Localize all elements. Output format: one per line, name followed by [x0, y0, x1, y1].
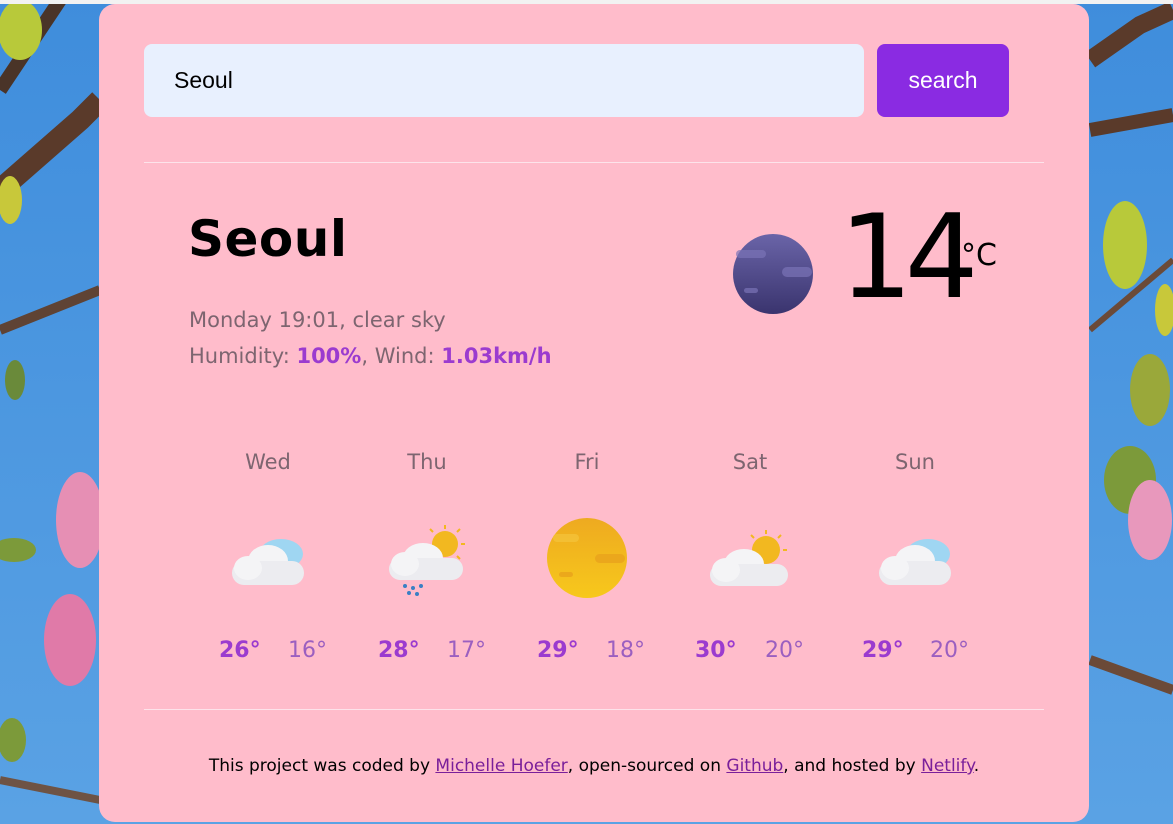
netlify-link[interactable]: Netlify — [921, 756, 974, 776]
forecast-day: Thu — [407, 450, 447, 474]
author-link[interactable]: Michelle Hoefer — [435, 756, 567, 776]
footer-text: , and hosted by — [783, 756, 922, 776]
forecast-min: 16° — [288, 638, 327, 663]
forecast-day: Sat — [732, 450, 768, 474]
weather-card: search Seoul Monday 19:01, clear sky Hum… — [99, 4, 1089, 822]
footer-text: This project was coded by — [208, 756, 436, 776]
forecast-day: Fri — [574, 450, 600, 474]
temperature-unit: °C — [961, 238, 997, 273]
wind-value: 1.03km/h — [441, 344, 552, 368]
current-temperature: 14 — [839, 190, 979, 325]
footer-text: , open-sourced on — [567, 756, 727, 776]
footer-text: . — [973, 756, 980, 776]
cloudy-icon — [232, 539, 304, 585]
forecast-day: Wed — [245, 450, 291, 474]
humidity-label: Humidity: — [189, 344, 290, 368]
description-line: Monday 19:01, clear sky — [189, 308, 446, 332]
search-form: search — [144, 44, 1009, 117]
search-input[interactable] — [144, 44, 864, 117]
divider-top — [144, 162, 1044, 163]
weather-description: clear sky — [352, 308, 446, 332]
cloudy-icon — [879, 539, 951, 585]
forecast-max: 30° — [695, 638, 737, 663]
forecast-max: 26° — [219, 638, 261, 663]
forecast-min: 18° — [606, 638, 645, 663]
forecast-min: 20° — [765, 638, 804, 663]
humidity-value: 100% — [296, 344, 362, 368]
forecast-min: 17° — [447, 638, 486, 663]
github-link[interactable]: Github — [726, 756, 783, 776]
forecast-day: Sun — [895, 450, 935, 474]
forecast-max: 29° — [862, 638, 904, 663]
city-name: Seoul — [188, 210, 348, 268]
sun-icon — [547, 518, 627, 598]
footer: This project was coded by Michelle Hoefe… — [99, 756, 1089, 776]
search-button[interactable]: search — [877, 44, 1009, 117]
clear-night-icon — [733, 234, 813, 314]
divider-bottom — [144, 709, 1044, 710]
forecast-max: 29° — [537, 638, 579, 663]
rain-sun-cloud-icon — [389, 525, 465, 596]
partly-cloudy-icon — [710, 530, 788, 586]
wind-label: Wind: — [374, 344, 435, 368]
datetime: Monday 19:01 — [189, 308, 340, 332]
humidity-wind-line: Humidity: 100%, Wind: 1.03km/h — [189, 344, 552, 368]
forecast-min: 20° — [930, 638, 969, 663]
forecast-max: 28° — [378, 638, 420, 663]
